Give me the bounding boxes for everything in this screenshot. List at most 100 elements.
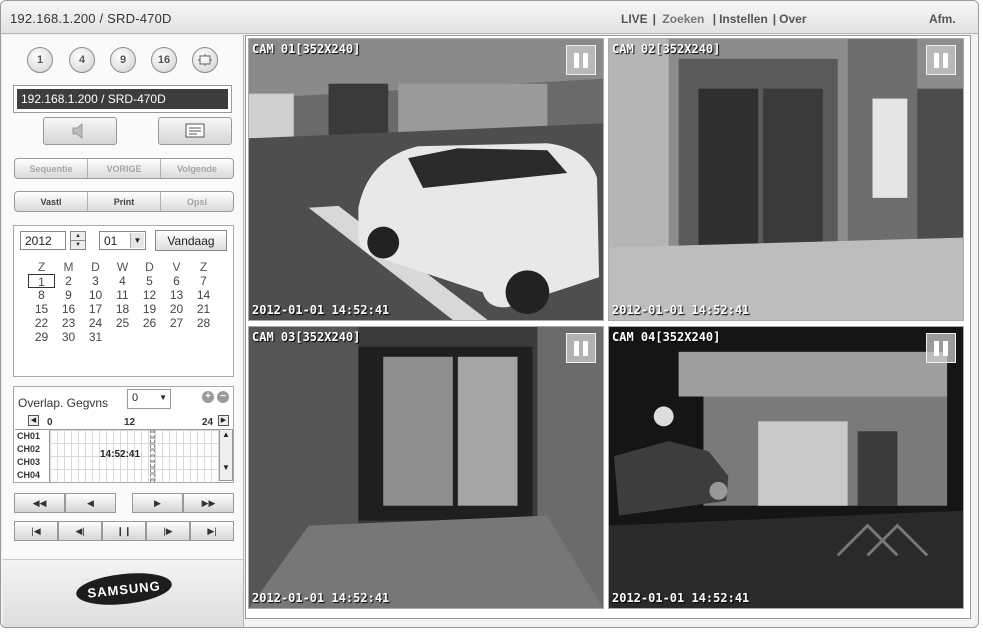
camera-view-2[interactable]: CAM 02[352X240] 2012-01-01 14:52:41 — [608, 38, 964, 321]
calendar-day[interactable]: 17 — [82, 302, 109, 316]
calendar-day[interactable]: 4 — [109, 274, 136, 288]
year-input[interactable]: 2012 — [20, 231, 66, 250]
camera-pause-button[interactable] — [926, 333, 956, 363]
playback-speed-bar: ◀◀ ◀ ▶ ▶▶ — [14, 493, 234, 513]
calendar-day[interactable]: 31 — [82, 330, 109, 344]
calendar-day[interactable]: 14 — [190, 288, 217, 302]
pause-button[interactable]: ❙❙ — [102, 521, 146, 541]
audio-button[interactable] — [43, 117, 117, 145]
calendar-day[interactable]: 24 — [82, 316, 109, 330]
camera-pause-button[interactable] — [566, 45, 596, 75]
calendar-day[interactable]: 3 — [82, 274, 109, 288]
step-forward-button[interactable]: |▶ — [146, 521, 190, 541]
overlap-value: 0 — [132, 392, 139, 404]
calendar-day[interactable]: 20 — [163, 302, 190, 316]
dropdown-arrow-icon: ▼ — [130, 233, 144, 248]
go-to-start-button[interactable]: |◀ — [14, 521, 58, 541]
camera-view-1[interactable]: CAM 01[352X240] 2012-01-01 14:52:41 — [248, 38, 604, 321]
calendar-day[interactable]: 7 — [190, 274, 217, 288]
camera-pause-button[interactable] — [926, 45, 956, 75]
calendar-day[interactable]: 16 — [55, 302, 82, 316]
next-button[interactable]: Volgende — [161, 159, 233, 178]
timeline-right-icon[interactable]: ▶ — [218, 415, 229, 426]
play-icon: ▶ — [154, 497, 161, 508]
nav-search[interactable]: Zoeken — [662, 12, 704, 26]
timeline: CH01 CH02 CH03 CH04 14:52:41 — [15, 429, 219, 482]
calendar-day[interactable]: 13 — [163, 288, 190, 302]
camera-view-4[interactable]: CAM 04[352X240] 2012-01-01 14:52:41 — [608, 326, 964, 609]
calendar-day[interactable]: 18 — [109, 302, 136, 316]
camera-pause-button[interactable] — [566, 333, 596, 363]
play-button[interactable]: ▶ — [132, 493, 183, 513]
camera-caption: CAM 01[352X240] — [252, 42, 361, 56]
month-select[interactable]: 01 ▼ — [99, 231, 146, 250]
calendar-day[interactable]: 28 — [190, 316, 217, 330]
chevron-up-icon[interactable]: ▲ — [71, 232, 85, 241]
sequence-button[interactable]: Sequentie — [15, 159, 88, 178]
calendar-day[interactable]: 8 — [28, 288, 55, 302]
freeze-button[interactable]: Vastl — [15, 192, 88, 211]
calendar-day[interactable]: 30 — [55, 330, 82, 344]
chevron-down-icon[interactable]: ▼ — [71, 241, 85, 250]
split-1-button[interactable]: 1 — [27, 47, 53, 73]
split-4-button[interactable]: 4 — [69, 47, 95, 73]
calendar-day[interactable]: 21 — [190, 302, 217, 316]
calendar-day[interactable]: 19 — [136, 302, 163, 316]
zoom-in-icon[interactable]: + — [202, 391, 214, 403]
calendar-day[interactable]: 29 — [28, 330, 55, 344]
pause-icon — [934, 340, 939, 356]
calendar-day[interactable]: 25 — [109, 316, 136, 330]
calendar-day[interactable]: 6 — [163, 274, 190, 288]
step-back-button[interactable]: ◀| — [58, 521, 102, 541]
go-to-end-button[interactable]: ▶| — [190, 521, 234, 541]
nav-settings[interactable]: Instellen — [719, 12, 768, 26]
camera-timestamp: 2012-01-01 14:52:41 — [252, 303, 390, 317]
calendar-day[interactable]: 11 — [109, 288, 136, 302]
fast-rewind-button[interactable]: ◀◀ — [14, 493, 65, 513]
calendar-day[interactable]: 22 — [28, 316, 55, 330]
chevron-up-icon[interactable]: ▲ — [220, 430, 232, 439]
fast-forward-button[interactable]: ▶▶ — [183, 493, 234, 513]
sequence-bar: Sequentie VORIGE Volgende — [14, 158, 234, 179]
save-button[interactable]: Opsl — [161, 192, 233, 211]
camera-caption: CAM 02[352X240] — [612, 42, 721, 56]
osd-button[interactable] — [158, 117, 232, 145]
overlap-select[interactable]: 0 ▼ — [127, 389, 171, 409]
calendar-day[interactable]: 5 — [136, 274, 163, 288]
calendar-day[interactable]: 27 — [163, 316, 190, 330]
skip-start-icon: |◀ — [31, 525, 41, 536]
fullscreen-button[interactable] — [192, 47, 218, 73]
calendar-empty — [163, 330, 190, 344]
calendar-day[interactable]: 2 — [55, 274, 82, 288]
timeline-scrollbar[interactable]: ▲ ▼ — [219, 429, 233, 481]
calendar-day[interactable]: 12 — [136, 288, 163, 302]
camera-timestamp: 2012-01-01 14:52:41 — [612, 591, 750, 605]
logout-button[interactable]: Afm. — [929, 12, 956, 26]
split-16-button[interactable]: 16 — [151, 47, 177, 73]
calendar-day[interactable]: 10 — [82, 288, 109, 302]
rewind-button[interactable]: ◀ — [65, 493, 116, 513]
previous-button[interactable]: VORIGE — [88, 159, 161, 178]
timeline-left-icon[interactable]: ◀ — [28, 415, 39, 426]
entrance-scene-image — [249, 327, 603, 608]
today-button[interactable]: Vandaag — [155, 230, 227, 251]
speaker-icon — [72, 122, 83, 140]
nav-about[interactable]: Over — [779, 12, 806, 26]
calendar-day[interactable]: 9 — [55, 288, 82, 302]
device-selector[interactable]: 192.168.1.200 / SRD-470D — [13, 85, 232, 113]
calendar-day[interactable]: 23 — [55, 316, 82, 330]
calendar-day[interactable]: 15 — [28, 302, 55, 316]
nav-live[interactable]: LIVE — [621, 12, 648, 26]
timeline-cursor[interactable] — [150, 430, 155, 482]
year-stepper[interactable]: ▲ ▼ — [70, 231, 86, 250]
print-button[interactable]: Print — [88, 192, 161, 211]
split-9-button[interactable]: 9 — [110, 47, 136, 73]
camera-view-3[interactable]: CAM 03[352X240] 2012-01-01 14:52:41 — [248, 326, 604, 609]
calendar-day[interactable]: 26 — [136, 316, 163, 330]
zoom-out-icon[interactable]: − — [217, 391, 229, 403]
camera-caption: CAM 03[352X240] — [252, 330, 361, 344]
fullscreen-icon — [198, 54, 212, 66]
chevron-down-icon[interactable]: ▼ — [220, 463, 232, 472]
calendar-day[interactable]: 1 — [28, 274, 55, 289]
timeline-grid[interactable]: 14:52:41 — [49, 430, 219, 482]
